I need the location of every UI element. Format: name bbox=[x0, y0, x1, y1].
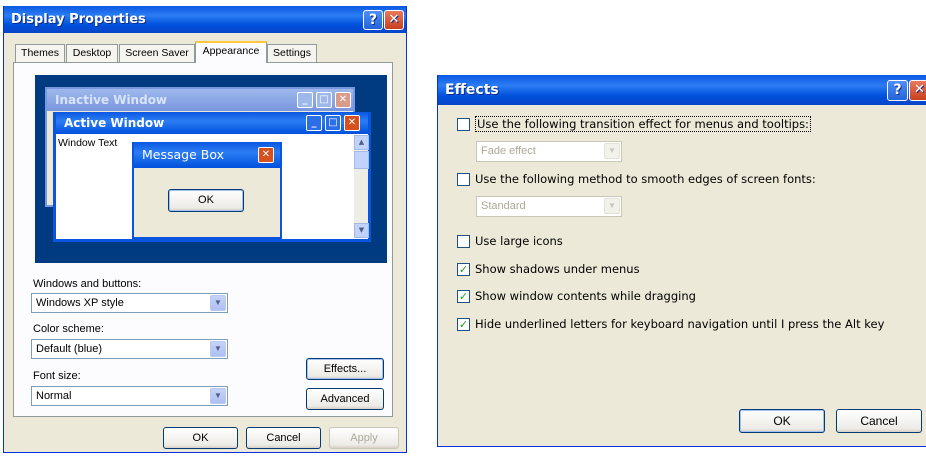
shadows-label[interactable]: Show shadows under menus bbox=[475, 262, 640, 276]
color-scheme-select[interactable]: Default (blue) ▼ bbox=[31, 339, 228, 359]
font-size-select[interactable]: Normal ▼ bbox=[31, 386, 228, 406]
close-icon[interactable]: ✕ bbox=[909, 80, 926, 101]
smooth-edges-value: Standard bbox=[481, 200, 526, 212]
apply-button[interactable]: Apply bbox=[329, 427, 399, 449]
effects-window: Effects ? ✕ Use the following transition… bbox=[437, 75, 926, 447]
tab-appearance[interactable]: Appearance bbox=[195, 41, 267, 63]
chevron-down-icon[interactable]: ▼ bbox=[604, 198, 620, 214]
font-size-label: Font size: bbox=[33, 370, 81, 382]
maximize-icon: □ bbox=[316, 92, 332, 108]
transition-effect-value: Fade effect bbox=[481, 145, 536, 157]
tab-themes[interactable]: Themes bbox=[15, 44, 65, 62]
smooth-edges-checkbox[interactable] bbox=[457, 173, 470, 186]
large-icons-checkbox[interactable] bbox=[457, 235, 470, 248]
cancel-button[interactable]: Cancel bbox=[246, 427, 321, 449]
preview-window-text: Window Text bbox=[58, 137, 118, 149]
large-icons-label[interactable]: Use large icons bbox=[475, 234, 563, 248]
chevron-down-icon[interactable]: ▼ bbox=[604, 143, 620, 159]
tab-settings[interactable]: Settings bbox=[267, 44, 317, 62]
windows-buttons-value: Windows XP style bbox=[36, 297, 124, 309]
preview-message-box: Message Box ✕ OK bbox=[132, 142, 282, 239]
preview-ok-button: OK bbox=[168, 189, 244, 212]
close-icon[interactable]: ✕ bbox=[384, 10, 404, 30]
transition-effect-select[interactable]: Fade effect ▼ bbox=[476, 141, 622, 162]
advanced-button[interactable]: Advanced bbox=[306, 388, 384, 410]
scroll-up-icon: ▲ bbox=[354, 135, 369, 150]
maximize-icon: □ bbox=[325, 115, 341, 131]
font-size-value: Normal bbox=[36, 390, 72, 402]
smooth-edges-label[interactable]: Use the following method to smooth edges… bbox=[475, 172, 816, 186]
smooth-edges-select[interactable]: Standard ▼ bbox=[476, 196, 622, 217]
color-scheme-value: Default (blue) bbox=[36, 343, 103, 355]
transition-effect-label[interactable]: Use the following transition effect for … bbox=[475, 116, 811, 132]
tab-screen-saver[interactable]: Screen Saver bbox=[119, 44, 195, 62]
window-title: Display Properties bbox=[11, 12, 146, 27]
preview-scrollbar: ▲ ▼ bbox=[354, 135, 369, 238]
chevron-down-icon[interactable]: ▼ bbox=[210, 388, 226, 404]
window-contents-checkbox[interactable]: ✓ bbox=[457, 290, 470, 303]
chevron-down-icon[interactable]: ▼ bbox=[210, 341, 226, 357]
effects-ok-button[interactable]: OK bbox=[739, 409, 825, 433]
effects-title: Effects bbox=[445, 82, 499, 98]
preview-active-window: Active Window _ □ ✕ Window Text ▲ ▼ Mess… bbox=[53, 112, 371, 242]
appearance-preview: Inactive Window _ □ ✕ Active Window _ □ … bbox=[35, 75, 387, 263]
help-icon[interactable]: ? bbox=[363, 10, 383, 30]
chevron-down-icon[interactable]: ▼ bbox=[210, 295, 226, 311]
effects-titlebar[interactable]: Effects ? ✕ bbox=[438, 75, 926, 105]
windows-buttons-select[interactable]: Windows XP style ▼ bbox=[31, 293, 228, 313]
close-icon: ✕ bbox=[344, 115, 360, 131]
hide-underlines-checkbox[interactable]: ✓ bbox=[457, 318, 470, 331]
minimize-icon: _ bbox=[306, 115, 322, 131]
help-icon[interactable]: ? bbox=[887, 80, 908, 101]
hide-underlines-label[interactable]: Hide underlined letters for keyboard nav… bbox=[475, 317, 884, 331]
window-contents-label[interactable]: Show window contents while dragging bbox=[475, 289, 696, 303]
effects-button[interactable]: Effects... bbox=[306, 358, 384, 380]
color-scheme-label: Color scheme: bbox=[33, 323, 104, 335]
display-properties-titlebar[interactable]: Display Properties ? ✕ bbox=[4, 6, 406, 33]
tab-desktop[interactable]: Desktop bbox=[66, 44, 118, 62]
transition-effect-checkbox[interactable] bbox=[457, 118, 470, 131]
close-icon: ✕ bbox=[258, 147, 274, 163]
shadows-checkbox[interactable]: ✓ bbox=[457, 263, 470, 276]
scroll-thumb bbox=[354, 151, 369, 169]
close-icon: ✕ bbox=[335, 92, 351, 108]
ok-button[interactable]: OK bbox=[163, 427, 238, 449]
minimize-icon: _ bbox=[297, 92, 313, 108]
windows-buttons-label: Windows and buttons: bbox=[33, 278, 142, 290]
scroll-down-icon: ▼ bbox=[354, 223, 369, 238]
effects-cancel-button[interactable]: Cancel bbox=[836, 409, 922, 433]
